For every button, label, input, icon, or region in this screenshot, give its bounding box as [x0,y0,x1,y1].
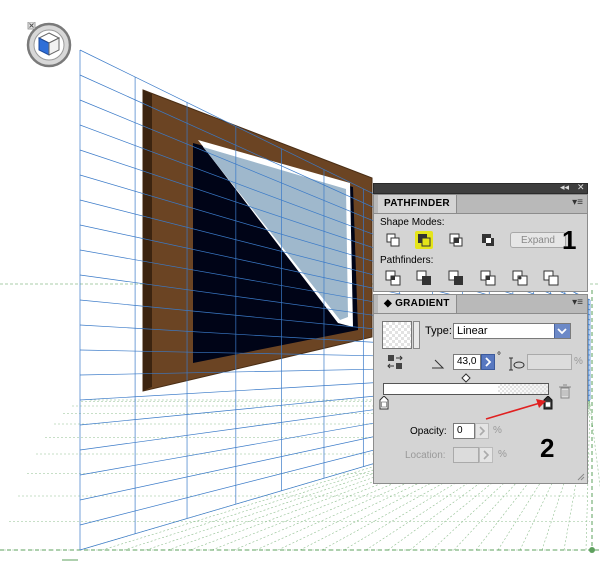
red-arrow-annotation [485,399,546,420]
trim-button[interactable] [415,269,433,287]
callout-number-1: 1 [562,225,577,255]
exclude-icon [482,234,494,246]
location-label: Location: [405,450,446,461]
resize-grip-icon[interactable] [577,473,585,481]
double-arrow-icon[interactable]: ◂◂ [560,182,569,193]
reverse-gradient-button[interactable] [386,353,404,371]
unite-button[interactable] [384,231,402,249]
gradient-type-select[interactable]: Linear [453,323,571,339]
opacity-dropdown-button[interactable] [475,423,489,439]
expand-button[interactable]: Expand [510,232,566,248]
perspective-grid-widget-icon[interactable] [26,22,72,68]
unite-icon [386,233,400,247]
aspect-ratio-input[interactable] [527,354,572,370]
minus-back-icon [543,270,559,286]
gradient-stop-left[interactable] [379,396,389,410]
divide-button[interactable] [384,269,402,287]
gradient-ramp-slider[interactable] [383,383,549,395]
outline-icon [512,270,528,286]
angle-input[interactable]: 43,0 [453,354,481,370]
intersect-button[interactable] [447,231,465,249]
location-dropdown-button[interactable] [479,447,493,463]
swatch-dropdown-arrow[interactable] [413,321,420,349]
pathfinder-tab-row: PATHFINDER ▾≡ [374,195,587,214]
ground-corner-point [589,547,595,553]
aspect-unit: % [574,356,583,367]
minus-front-button[interactable] [415,231,433,249]
pathfinders-label: Pathfinders: [380,255,434,266]
tab-gradient[interactable]: ◆ GRADIENT [378,295,457,313]
merge-icon [448,270,463,285]
trash-icon[interactable] [556,383,574,401]
tab-pathfinder[interactable]: PATHFINDER [378,195,457,213]
minus-back-button[interactable] [542,269,560,287]
panel-dock-bar[interactable]: ◂◂ ✕ [373,182,588,194]
exclude-button[interactable] [479,231,497,249]
minus-front-icon [418,234,431,247]
gradient-tab-row: ◆ GRADIENT ▾≡ [374,295,587,314]
angle-icon [429,355,447,373]
gradient-midpoint-diamond[interactable] [461,373,471,383]
chevron-down-icon[interactable] [554,324,570,338]
gradient-tab-label: GRADIENT [395,298,450,309]
callout-number-2: 2 [540,433,555,463]
close-icon[interactable]: ✕ [577,182,585,193]
opacity-input[interactable]: 0 [453,423,475,439]
divide-icon [385,270,401,286]
opacity-unit: % [493,425,502,436]
angle-dropdown-button[interactable] [481,354,495,370]
aspect-ratio-icon [508,355,526,373]
outline-button[interactable] [511,269,529,287]
panel-menu-icon[interactable]: ▾≡ [572,197,583,208]
crop-button[interactable] [479,269,497,287]
pathfinder-panel: PATHFINDER ▾≡ Shape Modes: Expand 1 Path… [373,194,588,292]
gradient-type-value: Linear [457,325,488,337]
location-unit: % [498,449,507,460]
type-label: Type: [425,325,452,337]
gradient-swatch[interactable] [382,321,412,349]
degree-symbol: ° [497,351,501,362]
merge-button[interactable] [447,269,465,287]
shape-modes-label: Shape Modes: [380,217,445,228]
crop-icon [480,270,496,286]
panel-menu-icon[interactable]: ▾≡ [572,297,583,308]
trim-icon [416,270,431,285]
intersect-icon [449,233,463,247]
gradient-panel: ◆ GRADIENT ▾≡ Type: Linear 43,0 ° % Opac… [373,294,588,484]
reverse-gradient-icon [387,355,403,369]
pathfinder-tab-label: PATHFINDER [384,198,450,209]
opacity-label: Opacity: [410,426,447,437]
location-input[interactable] [453,447,479,463]
